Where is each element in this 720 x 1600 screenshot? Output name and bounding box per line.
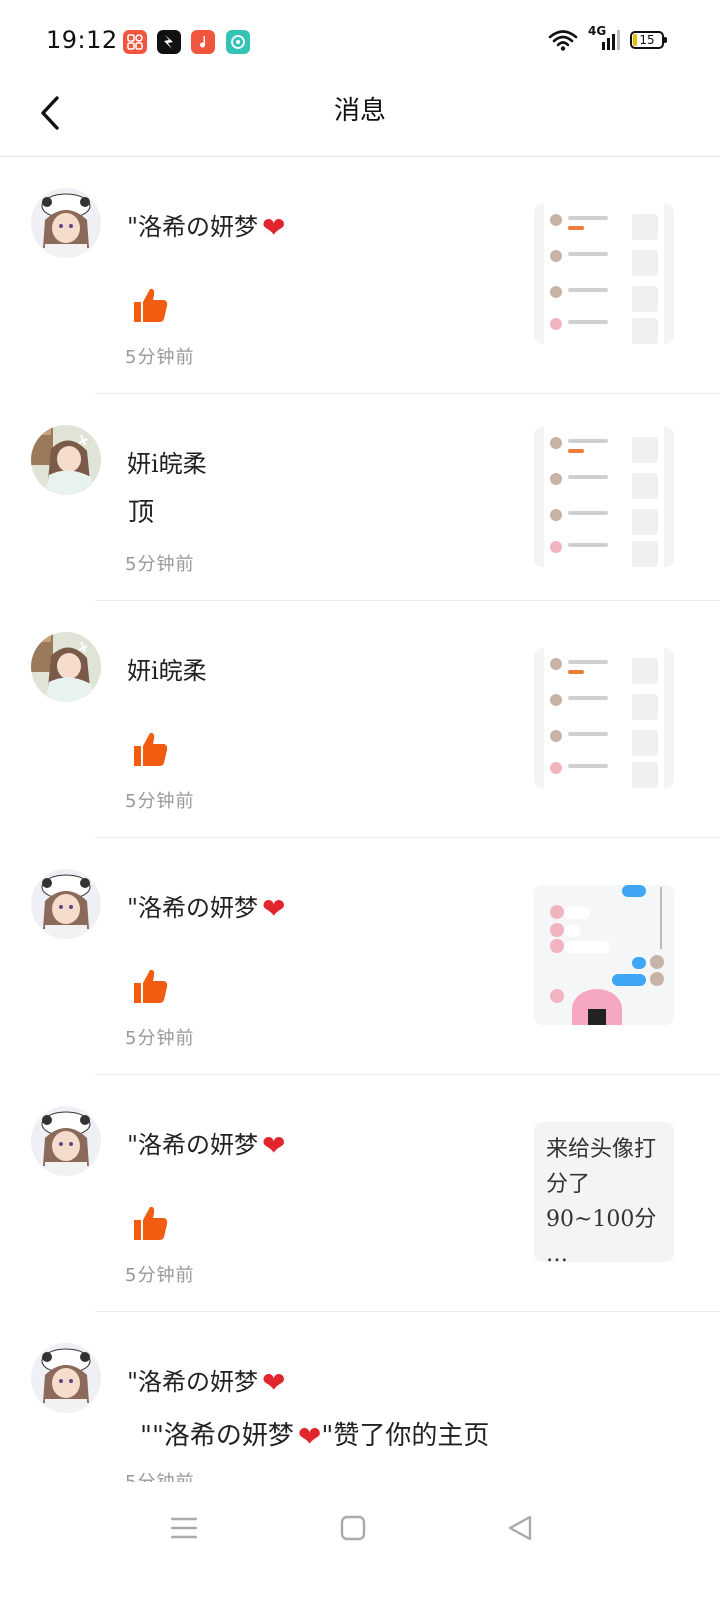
app-grid-icon: [123, 30, 147, 54]
username[interactable]: 妍i皖柔: [127, 651, 207, 686]
list-item[interactable]: "洛希の妍梦 ❤ 5分钟前: [0, 157, 720, 394]
battery-icon: 15: [630, 31, 667, 49]
avatar[interactable]: [31, 1343, 101, 1413]
cellular-signal: 4G: [588, 24, 620, 52]
menu-icon: [171, 1517, 197, 1539]
username[interactable]: "洛希の妍梦 ❤: [127, 888, 286, 925]
status-indicators: 4G 15: [548, 24, 667, 52]
heart-icon: ❤: [262, 211, 286, 244]
avatar[interactable]: [31, 869, 101, 939]
username[interactable]: "洛希の妍梦 ❤: [127, 1125, 286, 1162]
post-thumbnail[interactable]: [534, 885, 674, 1025]
avatar[interactable]: [31, 425, 101, 495]
system-nav-bar: [0, 1482, 720, 1600]
page-title: 消息: [333, 96, 386, 126]
message-list[interactable]: "洛希の妍梦 ❤ 5分钟前 妍i皖柔 顶 5分钟前 妍i皖柔 5分钟前 "洛希の…: [0, 157, 720, 1482]
timestamp: 5分钟前: [125, 1468, 194, 1482]
status-time: 19:12: [46, 26, 118, 54]
wifi-icon: [548, 30, 578, 51]
timestamp: 5分钟前: [125, 791, 195, 812]
list-item[interactable]: "洛希の妍梦❤ ""洛希の妍梦❤"赞了你的主页 5分钟前: [0, 1312, 720, 1482]
back-triangle-icon: [508, 1515, 532, 1541]
heart-icon: ❤: [262, 1366, 286, 1399]
thumbs-up-icon: [134, 969, 168, 1003]
timestamp: 5分钟前: [125, 1265, 195, 1286]
header: 消息: [0, 84, 720, 157]
heart-icon: ❤: [297, 1420, 322, 1453]
heart-icon: ❤: [262, 892, 286, 925]
chat-bubble-app-icon: [226, 30, 250, 54]
battery-level: [633, 34, 637, 46]
post-thumbnail[interactable]: 来给头像打分了90~100分 …: [534, 1122, 674, 1262]
battery-percent: 15: [639, 33, 655, 47]
status-bar: 19:12 4G 15: [0, 0, 720, 84]
thumbs-up-icon: [134, 1206, 168, 1240]
menu-button[interactable]: [154, 1506, 214, 1550]
post-preview-text: 来给头像打分了90~100分 …: [546, 1137, 657, 1262]
thumbs-up-icon: [134, 732, 168, 766]
post-thumbnail[interactable]: [534, 427, 674, 567]
timestamp: 5分钟前: [125, 554, 195, 575]
activity-text: ""洛希の妍梦 ❤"赞了你的主页: [140, 1420, 490, 1453]
thumbs-up-icon: [134, 288, 168, 322]
avatar[interactable]: [31, 632, 101, 702]
username[interactable]: 妍i皖柔: [127, 444, 207, 479]
nav-back-button[interactable]: [490, 1506, 550, 1550]
username[interactable]: "洛希の妍梦 ❤: [127, 207, 286, 244]
timestamp: 5分钟前: [125, 1028, 195, 1049]
username[interactable]: "洛希の妍梦 ❤: [127, 1362, 286, 1399]
home-square-icon: [340, 1515, 366, 1541]
list-item[interactable]: 妍i皖柔 5分钟前: [0, 601, 720, 838]
post-thumbnail[interactable]: [534, 204, 674, 344]
avatar[interactable]: [31, 1106, 101, 1176]
post-thumbnail[interactable]: [534, 648, 674, 788]
heart-icon: ❤: [262, 1129, 286, 1162]
avatar[interactable]: [31, 188, 101, 258]
lightning-app-icon: [157, 30, 181, 54]
signal-icon: [602, 30, 620, 50]
timestamp: 5分钟前: [125, 347, 195, 368]
list-item[interactable]: "洛希の妍梦 ❤ 5分钟前 来给头像打分了90~100分 …: [0, 1075, 720, 1312]
list-item[interactable]: "洛希の妍梦 ❤ 5分钟前: [0, 838, 720, 1075]
music-note-icon: [191, 30, 215, 54]
list-item[interactable]: 妍i皖柔 顶 5分钟前: [0, 394, 720, 601]
home-button[interactable]: [323, 1506, 383, 1550]
comment-text: 顶: [128, 498, 155, 528]
